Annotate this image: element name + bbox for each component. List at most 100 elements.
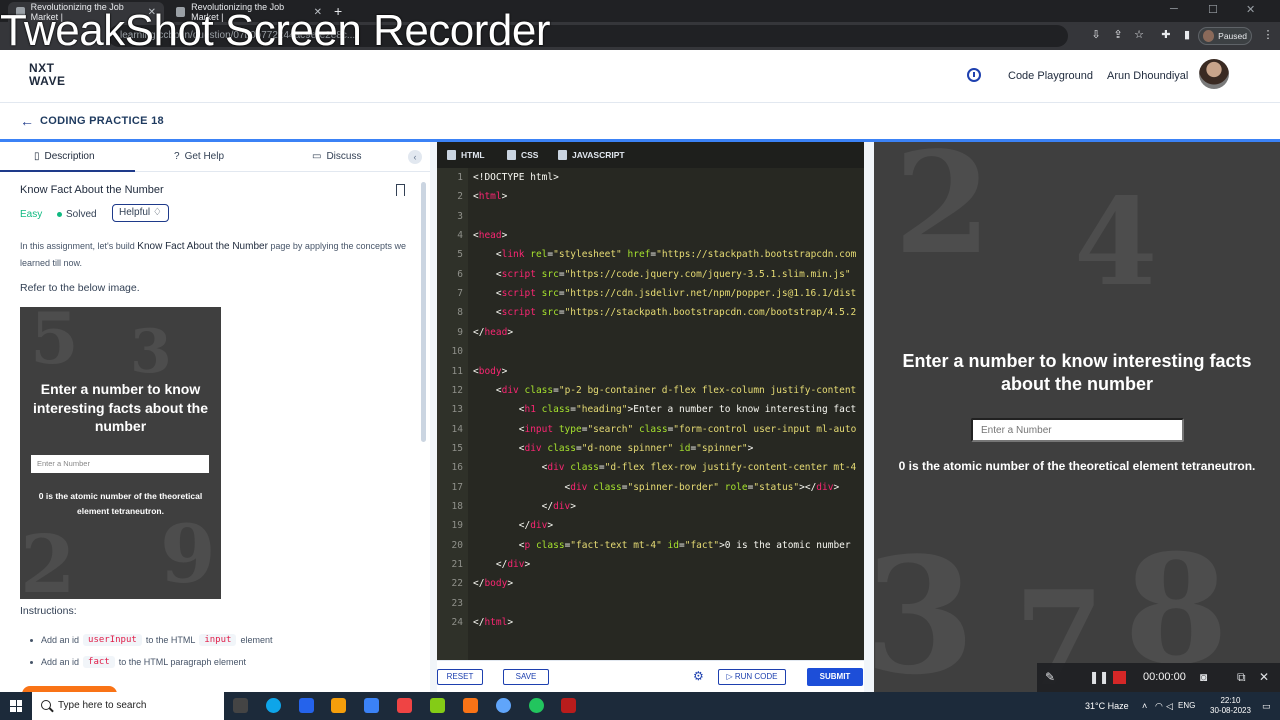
- code-line[interactable]: <h1 class="heading">Enter a number to kn…: [473, 404, 857, 415]
- edge-icon[interactable]: [266, 698, 281, 713]
- pause-icon[interactable]: ❚❚: [1089, 670, 1109, 684]
- gear-icon[interactable]: ⚙: [693, 669, 704, 683]
- reset-button[interactable]: RESET: [437, 669, 483, 685]
- windows-start-icon[interactable]: [10, 700, 22, 712]
- bookmark-icon[interactable]: [396, 184, 405, 196]
- tab-javascript[interactable]: JAVASCRIPT: [558, 150, 625, 160]
- timer-icon[interactable]: [967, 68, 981, 82]
- app-icon[interactable]: [430, 698, 445, 713]
- preview-fact: 0 is the atomic number of the theoretica…: [38, 491, 203, 516]
- code-line[interactable]: <script src="https://stackpath.bootstrap…: [473, 307, 856, 318]
- code-playground-link[interactable]: Code Playground: [1008, 70, 1093, 82]
- active-tab-indicator: [0, 170, 135, 172]
- line-number: 2: [457, 191, 463, 203]
- code-line[interactable]: <input type="search" class="form-control…: [473, 424, 857, 435]
- helpful-button[interactable]: Helpful ♢: [112, 204, 169, 222]
- sidepanel-icon[interactable]: ▮: [1181, 29, 1193, 41]
- collapse-panel-icon[interactable]: ‹: [408, 150, 422, 164]
- file-explorer-icon[interactable]: [331, 698, 346, 713]
- user-input[interactable]: [971, 418, 1184, 442]
- html5-icon: [447, 150, 456, 160]
- code-line[interactable]: </html>: [473, 617, 513, 628]
- sub-header: ← CODING PRACTICE 18: [0, 103, 1280, 139]
- tab-css[interactable]: CSS: [507, 150, 538, 160]
- chrome-icon[interactable]: [529, 698, 544, 713]
- code-line[interactable]: <head>: [473, 230, 507, 241]
- tab-html[interactable]: HTML: [447, 150, 485, 160]
- vlc-icon[interactable]: [463, 698, 478, 713]
- profile-button[interactable]: Paused: [1198, 27, 1252, 45]
- menu-icon[interactable]: ⋮: [1262, 29, 1274, 41]
- output-heading: Enter a number to know interesting facts…: [902, 351, 1252, 394]
- store-icon[interactable]: [364, 698, 379, 713]
- language-indicator[interactable]: ENG: [1178, 701, 1195, 710]
- camera-icon[interactable]: ◙: [1200, 670, 1207, 684]
- code-line[interactable]: </head>: [473, 327, 513, 338]
- bookmark-star-icon[interactable]: ☆: [1133, 29, 1145, 41]
- recorder-app-icon[interactable]: [561, 698, 576, 713]
- pen-icon[interactable]: ✎: [1045, 670, 1055, 684]
- mail-icon[interactable]: [299, 698, 314, 713]
- taskbar-search[interactable]: Type here to search: [32, 692, 224, 720]
- code-line[interactable]: <div class="d-flex flex-row justify-cont…: [473, 462, 857, 473]
- run-code-button[interactable]: ▷ RUN CODE: [718, 669, 786, 685]
- minimize-icon[interactable]: ─: [1170, 3, 1178, 15]
- submit-button[interactable]: SUBMIT: [807, 668, 863, 686]
- tab-discuss[interactable]: ▭ Discuss: [312, 151, 361, 162]
- share-icon[interactable]: ⇪: [1112, 29, 1124, 41]
- maximize-icon[interactable]: ☐: [1208, 3, 1218, 16]
- code-line[interactable]: <script src="https://code.jquery.com/jqu…: [473, 269, 851, 280]
- stop-icon[interactable]: [1113, 671, 1126, 684]
- app-icon[interactable]: [496, 698, 511, 713]
- code-chip: fact: [83, 656, 115, 668]
- edit-icon[interactable]: ⧉: [1237, 670, 1246, 685]
- clock-date: 30-08-2023: [1210, 706, 1251, 715]
- user-name[interactable]: Arun Dhoundiyal: [1107, 70, 1188, 82]
- code-line[interactable]: <p class="fact-text mt-4" id="fact">0 is…: [473, 540, 851, 551]
- code-line[interactable]: </div>: [473, 520, 553, 531]
- code-line[interactable]: <div class="p-2 bg-container d-flex flex…: [473, 385, 856, 396]
- code-line[interactable]: <link rel="stylesheet" href="https://sta…: [473, 249, 856, 260]
- code-line[interactable]: <html>: [473, 191, 507, 202]
- intro-prefix: In this assignment, let's build: [20, 241, 138, 251]
- panel-resizer[interactable]: [430, 142, 437, 692]
- code-line[interactable]: <body>: [473, 366, 507, 377]
- code-line[interactable]: </div>: [473, 559, 530, 570]
- line-number: 20: [451, 539, 463, 551]
- line-number: 15: [451, 442, 463, 454]
- install-icon[interactable]: ⇩: [1090, 29, 1102, 41]
- weather-widget[interactable]: 31°C Haze: [1085, 701, 1129, 711]
- tab-description[interactable]: ▯ Description: [34, 151, 95, 162]
- save-button[interactable]: SAVE: [503, 669, 549, 685]
- tab-label: Get Help: [184, 151, 225, 162]
- code-editor[interactable]: HTML CSS JAVASCRIPT 1 <!DOCTYPE html> 2 <ht…: [437, 142, 864, 660]
- code-line[interactable]: </div>: [473, 501, 576, 512]
- code-line[interactable]: <div class="spinner-border" role="status…: [473, 482, 840, 493]
- nxtwave-logo[interactable]: NXT WAVE: [29, 62, 65, 88]
- avatar[interactable]: [1199, 59, 1229, 89]
- code-line[interactable]: </body>: [473, 578, 513, 589]
- output-resizer[interactable]: [864, 142, 874, 692]
- line-number: 3: [457, 210, 463, 222]
- scrollbar[interactable]: [421, 182, 426, 442]
- close-icon[interactable]: ✕: [1259, 670, 1269, 684]
- instructions-heading: Instructions:: [20, 605, 77, 617]
- code-line[interactable]: <div class="d-none spinner" id="spinner"…: [473, 443, 754, 454]
- back-arrow-icon[interactable]: ←: [20, 113, 34, 129]
- notification-icon[interactable]: ▭: [1262, 701, 1271, 712]
- code-line[interactable]: <script src="https://cdn.jsdelivr.net/np…: [473, 288, 856, 299]
- code-line[interactable]: <!DOCTYPE html>: [473, 172, 559, 183]
- tab-label: HTML: [461, 150, 485, 160]
- tab-get-help[interactable]: ? Get Help: [174, 151, 224, 162]
- close-window-icon[interactable]: ✕: [1246, 3, 1255, 16]
- run-label: RUN CODE: [734, 672, 778, 681]
- volume-icon[interactable]: ◁: [1166, 701, 1173, 712]
- panel-tabs: ▯ Description ? Get Help ▭ Discuss ‹: [0, 142, 430, 172]
- app-icon[interactable]: [397, 698, 412, 713]
- system-clock[interactable]: 22:10 30-08-2023: [1210, 696, 1251, 716]
- network-icon[interactable]: ◠: [1155, 701, 1163, 712]
- solved-status: Solved: [66, 209, 97, 220]
- task-view-icon[interactable]: [233, 698, 248, 713]
- tray-up-icon[interactable]: ˄: [1142, 701, 1147, 711]
- extensions-icon[interactable]: ✚: [1160, 29, 1172, 41]
